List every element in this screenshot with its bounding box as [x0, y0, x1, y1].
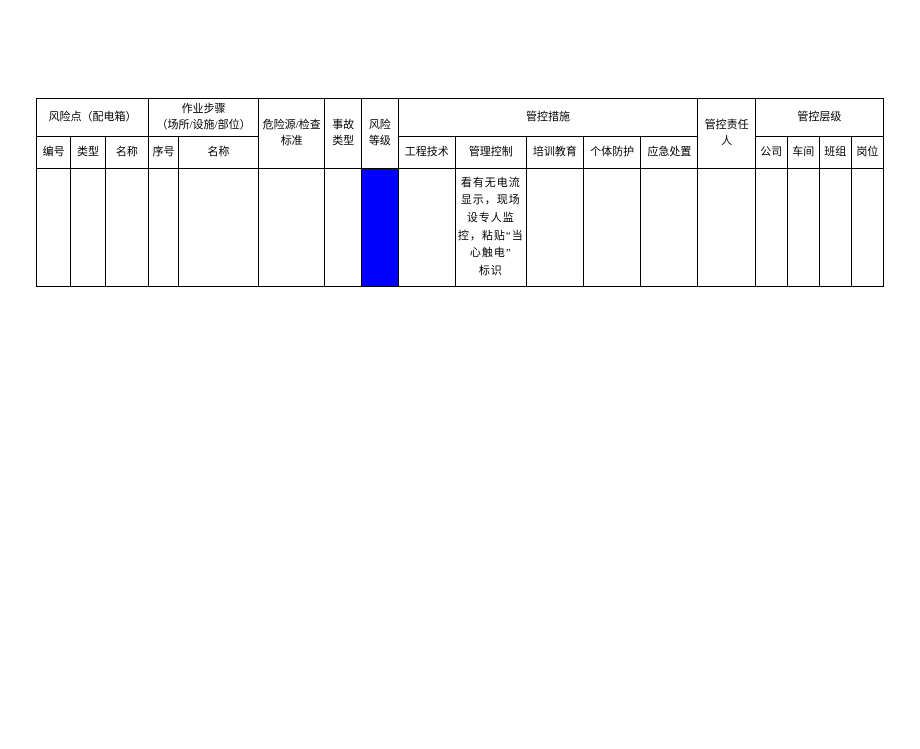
cell-risk-level: [362, 169, 399, 287]
table-row: 看有无电流显示，现场设专人监控，粘贴“当心触电” 标识: [37, 169, 884, 287]
cell-seq: [149, 169, 179, 287]
cell-post: [851, 169, 883, 287]
hdr-accident-type: 事故类型: [325, 99, 362, 169]
hdr-workshop: 车间: [787, 137, 819, 169]
hdr-risk-point: 风险点（配电箱）: [37, 99, 149, 137]
hdr-control-level: 管控层级: [755, 99, 883, 137]
hdr-step-name: 名称: [178, 137, 258, 169]
cell-type: [71, 169, 105, 287]
cell-eng-tech: [398, 169, 455, 287]
cell-emergency: [641, 169, 698, 287]
cell-company: [755, 169, 787, 287]
hdr-emergency: 应急处置: [641, 137, 698, 169]
cell-train-edu: [526, 169, 583, 287]
hdr-post: 岗位: [851, 137, 883, 169]
hdr-work-step: 作业步骤 （场所/设施/部位）: [149, 99, 259, 137]
hdr-train-edu: 培训教育: [526, 137, 583, 169]
cell-mgmt-ctrl: 看有无电流显示，现场设专人监控，粘贴“当心触电” 标识: [455, 169, 526, 287]
hdr-mgmt-ctrl: 管理控制: [455, 137, 526, 169]
hdr-seq: 序号: [149, 137, 179, 169]
cell-name: [105, 169, 148, 287]
hdr-eng-tech: 工程技术: [398, 137, 455, 169]
hdr-hazard-std: 危险源/检查标准: [259, 99, 325, 169]
risk-control-table-wrap: 风险点（配电箱） 作业步骤 （场所/设施/部位） 危险源/检查标准 事故类型 风…: [36, 98, 884, 287]
cell-hazard-std: [259, 169, 325, 287]
cell-team: [819, 169, 851, 287]
risk-control-table: 风险点（配电箱） 作业步骤 （场所/设施/部位） 危险源/检查标准 事故类型 风…: [36, 98, 884, 287]
cell-num: [37, 169, 71, 287]
hdr-risk-level: 风险等级: [362, 99, 399, 169]
hdr-company: 公司: [755, 137, 787, 169]
cell-workshop: [787, 169, 819, 287]
cell-accident-type: [325, 169, 362, 287]
hdr-team: 班组: [819, 137, 851, 169]
cell-ppe: [584, 169, 641, 287]
hdr-control-measures: 管控措施: [398, 99, 698, 137]
hdr-type: 类型: [71, 137, 105, 169]
hdr-num: 编号: [37, 137, 71, 169]
cell-control-responsible: [698, 169, 755, 287]
hdr-name: 名称: [105, 137, 148, 169]
hdr-ppe: 个体防护: [584, 137, 641, 169]
hdr-control-responsible: 管控责任人: [698, 99, 755, 169]
cell-step-name: [178, 169, 258, 287]
